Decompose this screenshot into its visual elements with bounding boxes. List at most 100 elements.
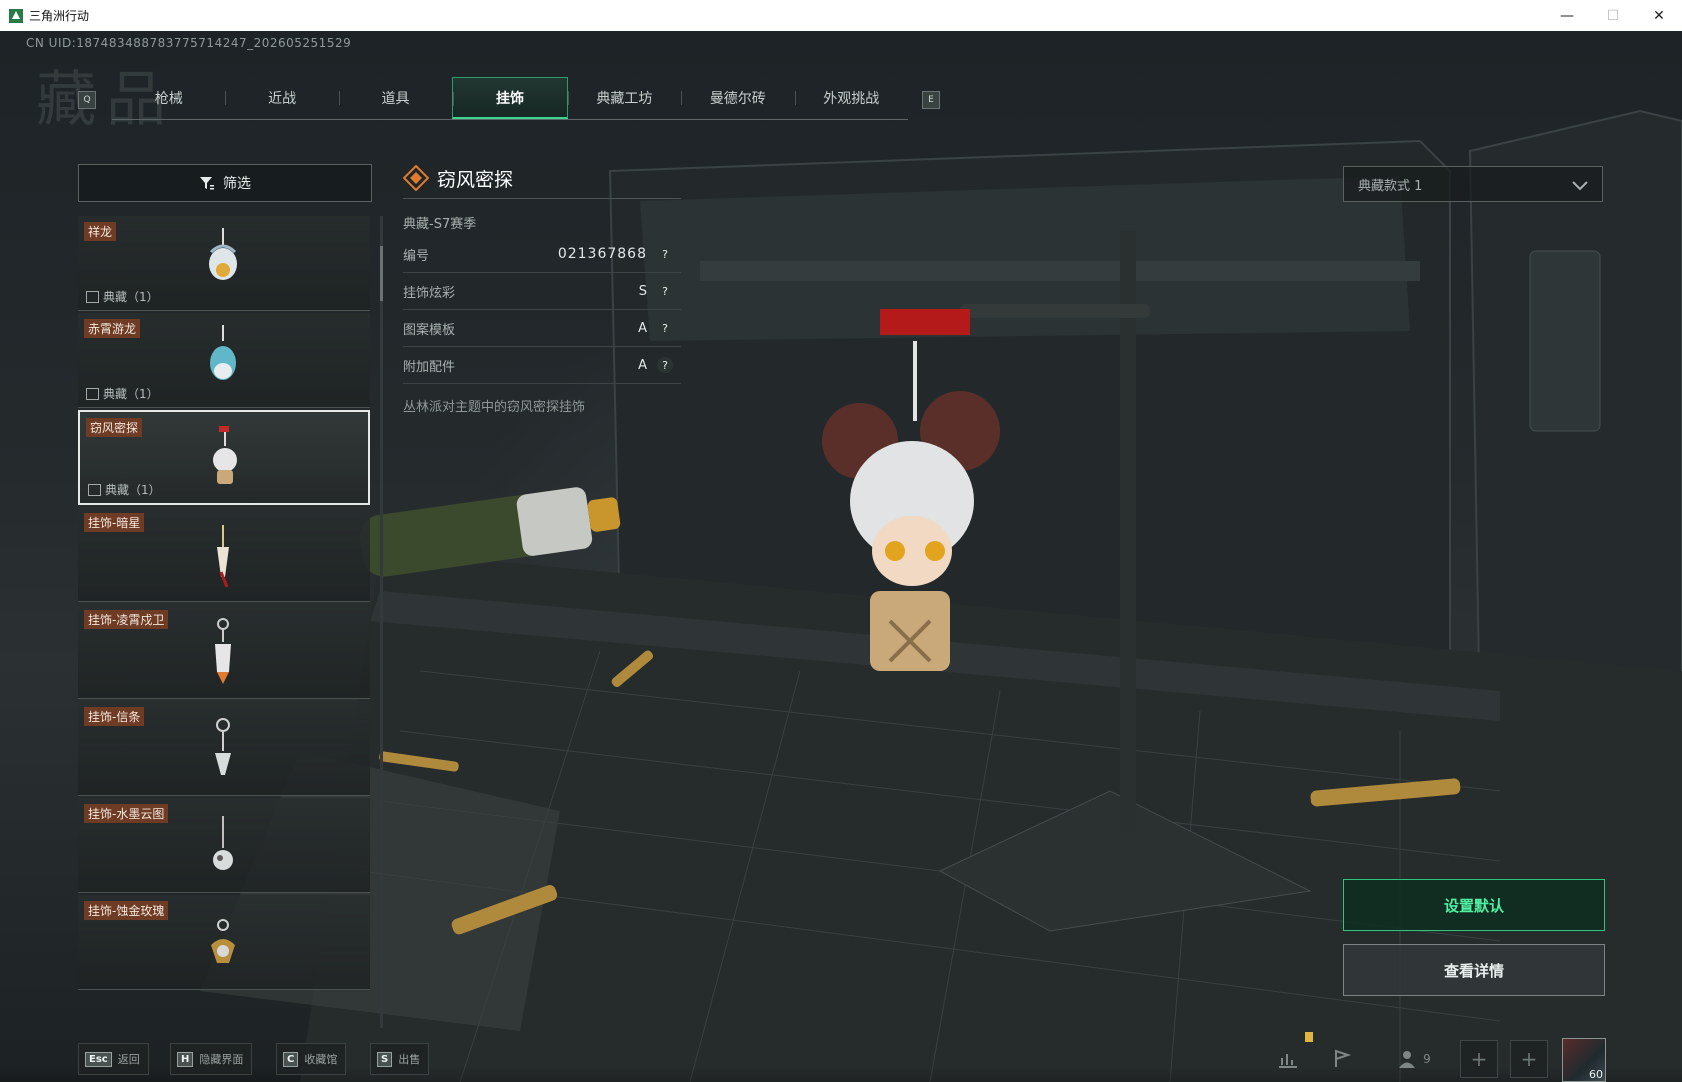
add-member-button-1[interactable]: + bbox=[1460, 1040, 1498, 1078]
window-title: 三角洲行动 bbox=[29, 9, 90, 23]
charm-gold-rose-thumbnail bbox=[211, 919, 235, 963]
next-tab-key[interactable]: E bbox=[922, 91, 940, 109]
list-item[interactable]: 挂饰-凌霄戍卫 bbox=[78, 604, 370, 699]
item-detail-panel: 窃风密探 典藏-S7赛季 编号 021367868 ? 挂饰炫彩 S ? 图案模… bbox=[403, 160, 681, 415]
stats-icon[interactable] bbox=[1270, 1040, 1306, 1078]
image-icon bbox=[88, 483, 101, 496]
tab-mandel-brick[interactable]: 曼德尔砖 bbox=[681, 77, 794, 119]
hint-key: C bbox=[283, 1051, 299, 1067]
hint-label: 返回 bbox=[117, 1053, 140, 1066]
set-default-button[interactable]: 设置默认 bbox=[1343, 879, 1605, 931]
scrollbar-thumb[interactable] bbox=[380, 246, 383, 301]
detail-row-pattern-template: 图案模板 A ? bbox=[403, 310, 681, 347]
add-member-button-2[interactable]: + bbox=[1510, 1040, 1548, 1078]
hint-key: S bbox=[377, 1051, 393, 1067]
hint-key: H bbox=[177, 1051, 194, 1067]
hint-key: Esc bbox=[85, 1051, 112, 1067]
item-name: 挂饰-暗星 bbox=[84, 513, 145, 532]
tab-melee[interactable]: 近战 bbox=[225, 77, 338, 119]
diamond-icon bbox=[403, 165, 429, 191]
item-name: 挂饰-蚀金玫瑰 bbox=[84, 901, 169, 920]
question-icon[interactable]: ? bbox=[657, 283, 673, 299]
tab-firearms[interactable]: 枪械 bbox=[112, 77, 225, 119]
flag-icon[interactable] bbox=[1324, 1040, 1360, 1078]
back-hint-button[interactable]: Esc 返回 bbox=[78, 1043, 149, 1075]
window-controls: — ☐ ✕ bbox=[1544, 0, 1682, 31]
party-indicator[interactable]: 9 bbox=[1386, 1040, 1442, 1078]
detail-row-charm-finish: 挂饰炫彩 S ? bbox=[403, 273, 681, 310]
tab-charms[interactable]: 挂饰 bbox=[452, 77, 568, 119]
tab-appearance-challenge[interactable]: 外观挑战 bbox=[794, 77, 908, 119]
charm-creed-thumbnail bbox=[215, 718, 231, 775]
row-label: 图案模板 bbox=[403, 322, 456, 338]
style-select-value: 典藏款式 1 bbox=[1358, 178, 1423, 194]
list-item[interactable]: 挂饰-蚀金玫瑰 bbox=[78, 895, 370, 990]
list-item[interactable]: 赤霄游龙 典藏（1） bbox=[78, 313, 370, 408]
row-value: A bbox=[638, 357, 647, 373]
item-collection-count: 典藏（1） bbox=[88, 481, 161, 498]
hide-ui-hint-button[interactable]: H 隐藏界面 bbox=[170, 1043, 253, 1075]
player-level: 60 bbox=[1589, 1068, 1603, 1081]
question-icon[interactable]: ? bbox=[657, 357, 673, 373]
app-logo-icon bbox=[9, 8, 23, 23]
row-label: 编号 bbox=[403, 248, 430, 264]
image-icon bbox=[86, 387, 99, 400]
row-label: 挂饰炫彩 bbox=[403, 285, 456, 301]
maximize-icon[interactable]: ☐ bbox=[1590, 0, 1636, 31]
charm-wind-spy-thumbnail bbox=[213, 426, 237, 484]
charm-dark-star-thumbnail bbox=[217, 525, 229, 588]
row-value: S bbox=[638, 283, 647, 299]
item-collection-count: 典藏（1） bbox=[86, 385, 159, 402]
tab-items[interactable]: 道具 bbox=[338, 77, 452, 119]
chevron-down-icon bbox=[1572, 181, 1588, 191]
item-name: 挂饰-凌霄戍卫 bbox=[84, 610, 169, 629]
question-icon[interactable]: ? bbox=[657, 246, 673, 262]
notification-badge bbox=[1305, 1032, 1313, 1042]
charm-azure-dragon-thumbnail bbox=[210, 325, 236, 380]
detail-row-attachment: 附加配件 A ? bbox=[403, 347, 681, 384]
view-details-button[interactable]: 查看详情 bbox=[1343, 944, 1605, 996]
list-item-selected[interactable]: 窃风密探 典藏（1） bbox=[78, 410, 370, 505]
prev-tab-key[interactable]: Q bbox=[78, 91, 96, 109]
question-icon[interactable]: ? bbox=[657, 320, 673, 336]
detail-row-serial: 编号 021367868 ? bbox=[403, 236, 681, 273]
filter-icon bbox=[200, 177, 214, 190]
charm-ink-cloud-thumbnail bbox=[213, 816, 233, 870]
list-scrollbar[interactable] bbox=[380, 216, 383, 1028]
item-name: 挂饰-水墨云图 bbox=[84, 804, 169, 823]
sell-hint-button[interactable]: S 出售 bbox=[370, 1043, 430, 1075]
charm-dragon-thumbnail bbox=[209, 228, 237, 280]
avatar[interactable]: 60 bbox=[1562, 1038, 1606, 1082]
window-titlebar: 三角洲行动 — ☐ ✕ bbox=[0, 0, 1682, 32]
filter-button[interactable]: 筛选 bbox=[78, 164, 372, 202]
style-select[interactable]: 典藏款式 1 bbox=[1343, 166, 1603, 202]
item-collection-count: 典藏（1） bbox=[86, 288, 159, 305]
list-item[interactable]: 挂饰-信条 bbox=[78, 701, 370, 796]
charm-sky-guardian-thumbnail bbox=[215, 618, 231, 684]
list-item[interactable]: 祥龙 典藏（1） bbox=[78, 216, 370, 311]
minimize-icon[interactable]: — bbox=[1544, 0, 1590, 31]
image-icon bbox=[86, 290, 99, 303]
hint-label: 隐藏界面 bbox=[199, 1053, 244, 1066]
filter-label: 筛选 bbox=[223, 176, 251, 192]
row-value: 021367868 bbox=[557, 246, 647, 262]
row-label: 附加配件 bbox=[403, 359, 456, 375]
category-tabs: 枪械 近战 道具 挂饰 典藏工坊 曼德尔砖 外观挑战 bbox=[112, 77, 908, 120]
game-scene: CN UID:187483488783775714247_20260525152… bbox=[0, 31, 1682, 1082]
item-count-label: 典藏（1） bbox=[103, 387, 159, 401]
item-name: 挂饰-信条 bbox=[84, 707, 145, 726]
divider bbox=[403, 198, 681, 199]
list-item[interactable]: 挂饰-水墨云图 bbox=[78, 798, 370, 893]
item-name: 祥龙 bbox=[84, 222, 117, 241]
item-count-label: 典藏（1） bbox=[103, 290, 159, 304]
uid-label: CN UID:187483488783775714247_20260525152… bbox=[26, 36, 352, 50]
detail-description: 丛林派对主题中的窃风密探挂饰 bbox=[403, 400, 586, 415]
list-item[interactable]: 挂饰-暗星 bbox=[78, 507, 370, 602]
tab-collection-workshop[interactable]: 典藏工坊 bbox=[567, 77, 681, 119]
detail-title: 窃风密探 bbox=[403, 160, 681, 196]
collection-hall-hint-button[interactable]: C 收藏馆 bbox=[276, 1043, 347, 1075]
close-icon[interactable]: ✕ bbox=[1636, 0, 1682, 31]
detail-item-name: 窃风密探 bbox=[437, 168, 514, 191]
item-count-label: 典藏（1） bbox=[105, 483, 161, 497]
row-value: A bbox=[638, 320, 647, 336]
